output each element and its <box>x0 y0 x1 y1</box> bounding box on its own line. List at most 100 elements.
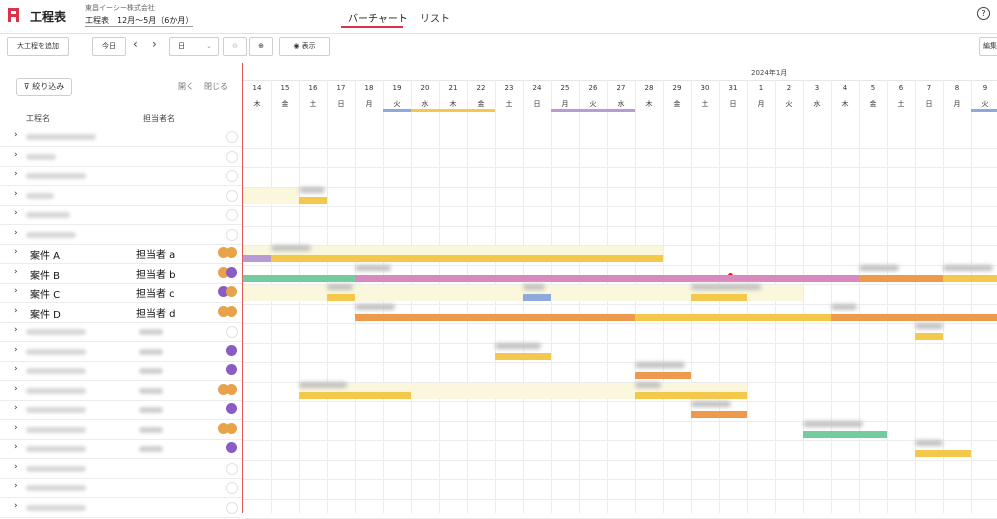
process-row[interactable]: › <box>0 439 242 459</box>
process-row[interactable]: › <box>0 420 242 440</box>
next-chevron-icon[interactable]: › <box>152 37 157 51</box>
task-bar[interactable] <box>915 333 943 340</box>
grid-column-line <box>831 80 832 513</box>
chevron-right-icon[interactable]: › <box>14 150 18 160</box>
chevron-right-icon[interactable]: › <box>14 345 18 355</box>
process-row[interactable]: › 案件 C 担当者 c <box>0 283 242 303</box>
process-row[interactable]: › <box>0 400 242 420</box>
redacted-name <box>26 348 86 355</box>
chevron-right-icon[interactable]: › <box>14 228 18 238</box>
chevron-right-icon[interactable]: › <box>14 462 18 472</box>
chevron-right-icon[interactable]: › <box>14 306 18 316</box>
weekday-label: 火 <box>785 100 793 108</box>
weekday-label: 火 <box>393 100 401 108</box>
add-major-process-button[interactable]: 大工程を追加 <box>7 37 69 56</box>
filter-button[interactable]: ⊽ 絞り込み <box>16 78 72 96</box>
chevron-right-icon[interactable]: › <box>14 130 18 140</box>
task-bar[interactable] <box>523 294 551 301</box>
grid-row-line <box>243 206 997 207</box>
process-row[interactable]: › <box>0 342 242 362</box>
schedule-title-text: 工程表 12月～5月（6か月） <box>85 16 194 27</box>
assignee-name: 担当者 b <box>136 269 176 281</box>
chevron-right-icon[interactable]: › <box>14 325 18 335</box>
task-bar[interactable] <box>635 313 831 321</box>
task-bar[interactable] <box>859 274 943 282</box>
chevron-right-icon[interactable]: › <box>14 247 18 257</box>
redacted-bar-label <box>635 362 685 368</box>
eye-icon: ◉ <box>293 42 302 50</box>
app-logo-icon <box>8 8 19 22</box>
chevron-right-icon[interactable]: › <box>14 267 18 277</box>
chevron-right-icon[interactable]: › <box>14 169 18 179</box>
tab-list[interactable]: リスト <box>420 10 450 25</box>
process-row[interactable]: › 案件 A 担当者 a <box>0 244 242 264</box>
process-row[interactable]: › <box>0 322 242 342</box>
company-name: 東昌イーシー株式会社 <box>85 4 155 12</box>
schedule-title[interactable]: 工程表 12月～5月（6か月） <box>85 15 194 27</box>
zoom-in-icon[interactable]: ⊕ <box>249 37 273 56</box>
process-row[interactable]: › <box>0 147 242 167</box>
help-icon[interactable]: ? <box>977 7 990 20</box>
task-bar[interactable] <box>355 313 635 321</box>
process-row[interactable]: › <box>0 498 242 518</box>
display-button[interactable]: ◉ 表示 <box>279 37 330 56</box>
process-row[interactable]: › <box>0 459 242 479</box>
process-row[interactable]: › <box>0 166 242 186</box>
chevron-right-icon[interactable]: › <box>14 208 18 218</box>
chevron-right-icon[interactable]: › <box>14 501 18 511</box>
process-row[interactable]: › <box>0 361 242 381</box>
chevron-right-icon[interactable]: › <box>14 481 18 491</box>
chevron-right-icon[interactable]: › <box>14 403 18 413</box>
task-bar[interactable] <box>243 255 271 262</box>
process-row[interactable]: › 案件 D 担当者 d <box>0 303 242 323</box>
task-bar[interactable] <box>299 196 327 204</box>
process-row[interactable]: › <box>0 478 242 498</box>
redacted-name <box>26 426 86 433</box>
avatar-icon <box>226 305 237 317</box>
task-bar[interactable] <box>299 391 411 399</box>
task-bar[interactable] <box>691 411 747 418</box>
chevron-right-icon[interactable]: › <box>14 384 18 394</box>
process-row[interactable]: › <box>0 127 242 147</box>
expand-all-link[interactable]: 開く <box>178 81 194 92</box>
process-row[interactable]: › 案件 B 担当者 b <box>0 264 242 284</box>
chevron-right-icon[interactable]: › <box>14 286 18 296</box>
redacted-name <box>26 387 86 394</box>
today-button[interactable]: 今日 <box>92 37 126 56</box>
column-header-assignee: 担当者名 <box>143 114 175 123</box>
chevron-right-icon[interactable]: › <box>14 442 18 452</box>
weekday-label: 金 <box>869 100 877 108</box>
task-bar[interactable] <box>831 313 997 321</box>
chevron-right-icon[interactable]: › <box>14 423 18 433</box>
task-bar[interactable] <box>803 430 887 438</box>
task-bar[interactable] <box>327 294 355 301</box>
task-bar[interactable] <box>691 294 747 301</box>
chevron-right-icon[interactable]: › <box>14 364 18 374</box>
collapse-all-link[interactable]: 閉じる <box>204 81 228 92</box>
day-number: 16 <box>308 84 318 92</box>
process-row[interactable]: › <box>0 381 242 401</box>
prev-chevron-icon[interactable]: ‹ <box>133 37 138 51</box>
task-bar[interactable] <box>915 450 971 457</box>
task-bar[interactable] <box>635 391 747 399</box>
weekday-label: 土 <box>309 100 317 108</box>
process-row[interactable]: › <box>0 186 242 206</box>
grid-row-line <box>243 420 997 422</box>
process-row[interactable]: › <box>0 205 242 225</box>
task-bar[interactable] <box>243 274 355 282</box>
weekday-label: 木 <box>841 100 849 108</box>
task-bar[interactable] <box>355 274 859 282</box>
weekday-label: 日 <box>729 100 737 108</box>
task-bar[interactable] <box>495 352 551 360</box>
chevron-right-icon[interactable]: › <box>14 189 18 199</box>
task-bar[interactable] <box>635 372 691 379</box>
avatar-icon <box>226 344 237 356</box>
zoom-out-icon[interactable]: ⊖ <box>223 37 247 56</box>
edit-button[interactable]: 編集 <box>979 37 997 56</box>
task-bar[interactable] <box>943 274 997 282</box>
tab-bar-chart[interactable]: バーチャート <box>348 10 408 25</box>
unit-select[interactable]: 日 ⌄ <box>169 37 219 56</box>
process-row[interactable]: › <box>0 225 242 245</box>
task-bar[interactable] <box>271 255 663 262</box>
grid-row-line <box>243 167 997 168</box>
